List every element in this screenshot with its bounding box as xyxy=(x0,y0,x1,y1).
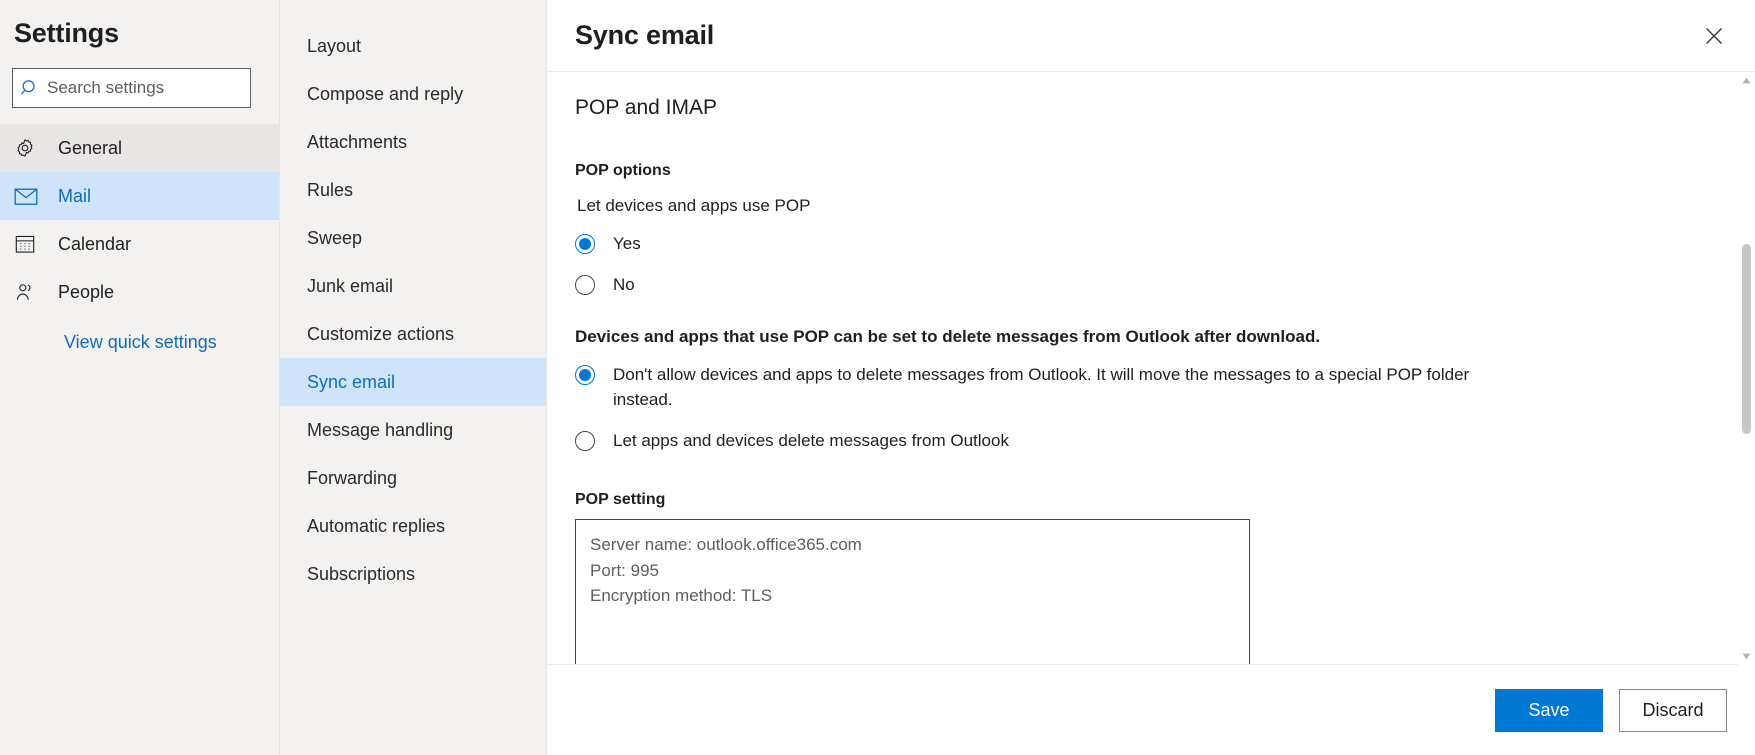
nav-item-sync-email[interactable]: Sync email xyxy=(280,358,546,406)
sidebar-nav-list: General Mail Calendar People xyxy=(0,124,279,316)
nav-item-sweep[interactable]: Sweep xyxy=(280,214,546,262)
envelope-icon xyxy=(14,186,58,206)
radio-label: No xyxy=(613,274,635,294)
discard-button[interactable]: Discard xyxy=(1619,688,1727,732)
sidebar-item-label: People xyxy=(58,281,115,302)
radio-indicator[interactable] xyxy=(575,365,595,386)
let-devices-use-pop-label: Let devices and apps use POP xyxy=(577,196,811,215)
nav-item-attachments[interactable]: Attachments xyxy=(280,118,546,166)
pop-setting-label: POP setting xyxy=(575,491,666,509)
scrollbar-thumb[interactable] xyxy=(1742,244,1751,434)
panel-footer: Save Discard xyxy=(547,664,1755,755)
search-icon xyxy=(13,78,47,98)
radio-label: Yes xyxy=(613,234,641,253)
radio-indicator[interactable] xyxy=(575,430,595,451)
radio-label: Let apps and devices delete messages fro… xyxy=(613,430,1009,450)
sidebar-item-label: Calendar xyxy=(58,233,132,254)
view-quick-settings-link[interactable]: View quick settings xyxy=(0,332,279,353)
radio-dont-allow-delete[interactable]: Don't allow devices and apps to delete m… xyxy=(575,363,1695,412)
search-input[interactable] xyxy=(47,78,250,98)
pop-setting-textarea[interactable] xyxy=(575,519,1250,664)
search-settings-box[interactable] xyxy=(12,68,251,108)
radio-let-apps-delete[interactable]: Let apps and devices delete messages fro… xyxy=(575,429,1695,454)
nav-item-junk-email[interactable]: Junk email xyxy=(280,262,546,310)
nav-item-customize-actions[interactable]: Customize actions xyxy=(280,310,546,358)
calendar-icon xyxy=(14,233,58,255)
sidebar-item-general[interactable]: General xyxy=(0,124,279,172)
sidebar-item-label: General xyxy=(58,137,123,158)
panel-title: Sync email xyxy=(575,20,715,50)
sync-email-panel: Sync email POP and IMAP POP options Let … xyxy=(547,0,1755,755)
radio-use-pop-yes[interactable]: Yes xyxy=(575,232,1695,257)
radio-indicator[interactable] xyxy=(575,274,595,295)
close-button[interactable] xyxy=(1697,19,1731,53)
save-button[interactable]: Save xyxy=(1495,688,1603,732)
nav-item-automatic-replies[interactable]: Automatic replies xyxy=(280,502,546,550)
scroll-up-arrow-icon[interactable] xyxy=(1738,72,1755,89)
people-icon xyxy=(14,281,58,303)
panel-scrollbar[interactable] xyxy=(1738,72,1755,665)
radio-use-pop-no[interactable]: No xyxy=(575,273,1695,298)
section-title-pop-and-imap: POP and IMAP xyxy=(575,96,718,119)
radio-label: Don't allow devices and apps to delete m… xyxy=(613,365,1470,409)
close-icon xyxy=(1706,27,1722,44)
sidebar-item-calendar[interactable]: Calendar xyxy=(0,220,279,268)
page-title: Settings xyxy=(14,18,119,48)
scroll-down-arrow-icon[interactable] xyxy=(1738,648,1755,665)
nav-item-subscriptions[interactable]: Subscriptions xyxy=(280,550,546,598)
panel-body: POP and IMAP POP options Let devices and… xyxy=(547,72,1755,664)
nav-item-rules[interactable]: Rules xyxy=(280,166,546,214)
sidebar-item-mail[interactable]: Mail xyxy=(0,172,279,220)
nav-item-layout[interactable]: Layout xyxy=(280,22,546,70)
nav-item-forwarding[interactable]: Forwarding xyxy=(280,454,546,502)
settings-sidebar: Settings General xyxy=(0,0,280,755)
nav-item-compose-and-reply[interactable]: Compose and reply xyxy=(280,70,546,118)
mail-settings-nav: Layout Compose and reply Attachments Rul… xyxy=(280,0,547,755)
delete-messages-statement: Devices and apps that use POP can be set… xyxy=(575,327,1321,347)
panel-header: Sync email xyxy=(547,0,1755,72)
sidebar-item-label: Mail xyxy=(58,185,92,206)
scrollbar-track[interactable] xyxy=(1738,89,1755,648)
radio-indicator[interactable] xyxy=(575,234,595,254)
sidebar-item-people[interactable]: People xyxy=(0,268,279,316)
pop-options-label: POP options xyxy=(575,162,671,179)
settings-dialog: Settings General xyxy=(0,0,1755,755)
gear-icon xyxy=(14,137,58,159)
nav-item-message-handling[interactable]: Message handling xyxy=(280,406,546,454)
